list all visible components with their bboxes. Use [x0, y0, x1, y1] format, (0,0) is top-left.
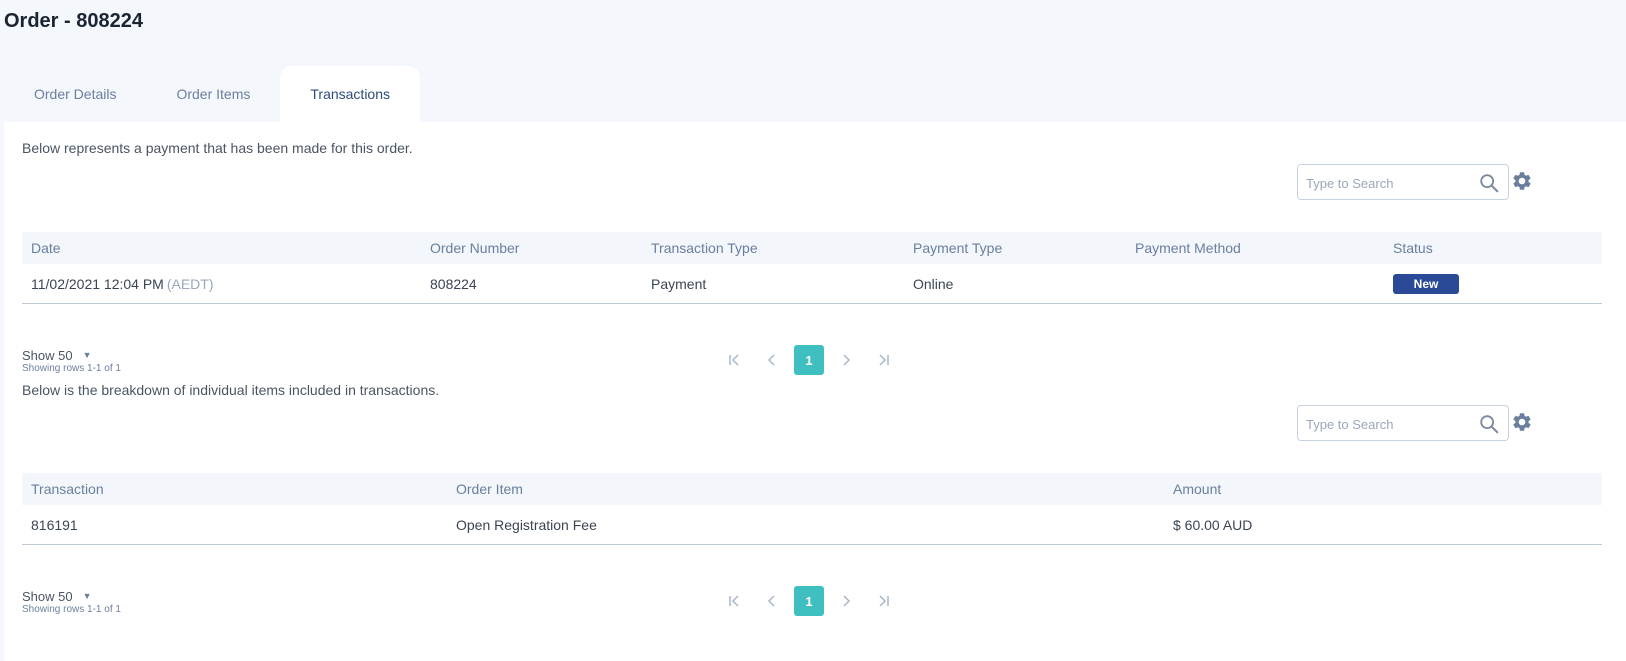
payment-type-cell: Online [913, 275, 954, 292]
last-page-icon [879, 354, 889, 366]
page-size-select[interactable]: Show 50 ▼ [22, 589, 92, 604]
rows-info: Showing rows 1-1 of 1 [22, 363, 121, 374]
page-title: Order - 808224 [4, 10, 143, 32]
order-item-cell: Open Registration Fee [456, 516, 597, 533]
items-search[interactable] [1297, 405, 1509, 441]
chevron-right-icon [843, 354, 851, 366]
chevron-left-icon [767, 595, 775, 607]
table-row[interactable]: 816191 Open Registration Fee $ 60.00 AUD [22, 505, 1602, 545]
table-header: Date Order Number Transaction Type Payme… [22, 232, 1602, 264]
gear-icon[interactable] [1511, 411, 1533, 433]
payments-pagination: 1 [720, 345, 900, 375]
chevron-down-icon[interactable]: ▼ [83, 591, 92, 601]
next-page-button[interactable] [831, 586, 861, 616]
next-page-button[interactable] [831, 345, 861, 375]
page-button-current[interactable]: 1 [794, 586, 824, 616]
items-search-input[interactable] [1306, 414, 1466, 434]
last-page-button[interactable] [868, 586, 898, 616]
payments-search-input[interactable] [1306, 173, 1466, 193]
page-button-current[interactable]: 1 [794, 345, 824, 375]
column-header-order-item[interactable]: Order Item [456, 473, 523, 505]
chevron-left-icon [767, 354, 775, 366]
first-page-icon [729, 354, 739, 366]
page-size-select[interactable]: Show 50 ▼ [22, 348, 92, 363]
chevron-right-icon [843, 595, 851, 607]
table-header: Transaction Order Item Amount [22, 473, 1602, 505]
column-header-order-number[interactable]: Order Number [430, 232, 519, 264]
search-icon[interactable] [1478, 172, 1500, 194]
last-page-icon [879, 595, 889, 607]
payments-search[interactable] [1297, 164, 1509, 200]
prev-page-button[interactable] [757, 586, 787, 616]
transaction-cell: 816191 [31, 516, 78, 533]
first-page-icon [729, 595, 739, 607]
column-header-transaction[interactable]: Transaction [31, 473, 104, 505]
amount-cell: $ 60.00 AUD [1173, 516, 1253, 533]
tab-transactions[interactable]: Transactions [280, 66, 420, 122]
items-intro: Below is the breakdown of individual ite… [22, 382, 440, 398]
last-page-button[interactable] [868, 345, 898, 375]
payments-table: Date Order Number Transaction Type Payme… [22, 232, 1602, 304]
tab-bar: Order Details Order Items Transactions [4, 66, 420, 122]
first-page-button[interactable] [720, 586, 750, 616]
transaction-type-cell: Payment [651, 275, 707, 292]
rows-info: Showing rows 1-1 of 1 [22, 604, 121, 615]
column-header-status[interactable]: Status [1393, 232, 1433, 264]
date-value: 11/02/2021 12:04 PM [31, 275, 164, 292]
items-table: Transaction Order Item Amount 816191 Ope… [22, 473, 1602, 545]
items-pagination: 1 [720, 586, 900, 616]
date-cell: 11/02/2021 12:04 PM (AEDT) [31, 264, 214, 303]
status-badge: New [1393, 273, 1459, 294]
table-row[interactable]: 11/02/2021 12:04 PM (AEDT) 808224 Paymen… [22, 264, 1602, 304]
chevron-down-icon[interactable]: ▼ [83, 350, 92, 360]
transactions-panel: Below represents a payment that has been… [4, 122, 1626, 661]
page-size-label: Show 50 [22, 348, 73, 363]
column-header-amount[interactable]: Amount [1173, 473, 1221, 505]
page-size-label: Show 50 [22, 589, 73, 604]
column-header-payment-type[interactable]: Payment Type [913, 232, 1002, 264]
prev-page-button[interactable] [757, 345, 787, 375]
payments-intro: Below represents a payment that has been… [22, 140, 413, 156]
status-cell: New [1393, 264, 1459, 303]
column-header-transaction-type[interactable]: Transaction Type [651, 232, 758, 264]
gear-icon[interactable] [1511, 170, 1533, 192]
column-header-date[interactable]: Date [31, 232, 61, 264]
column-header-payment-method[interactable]: Payment Method [1135, 232, 1241, 264]
first-page-button[interactable] [720, 345, 750, 375]
timezone-label: (AEDT) [166, 275, 214, 292]
tab-order-items[interactable]: Order Items [146, 66, 280, 122]
order-number-cell: 808224 [430, 275, 477, 292]
search-icon[interactable] [1478, 413, 1500, 435]
tab-order-details[interactable]: Order Details [4, 66, 146, 122]
